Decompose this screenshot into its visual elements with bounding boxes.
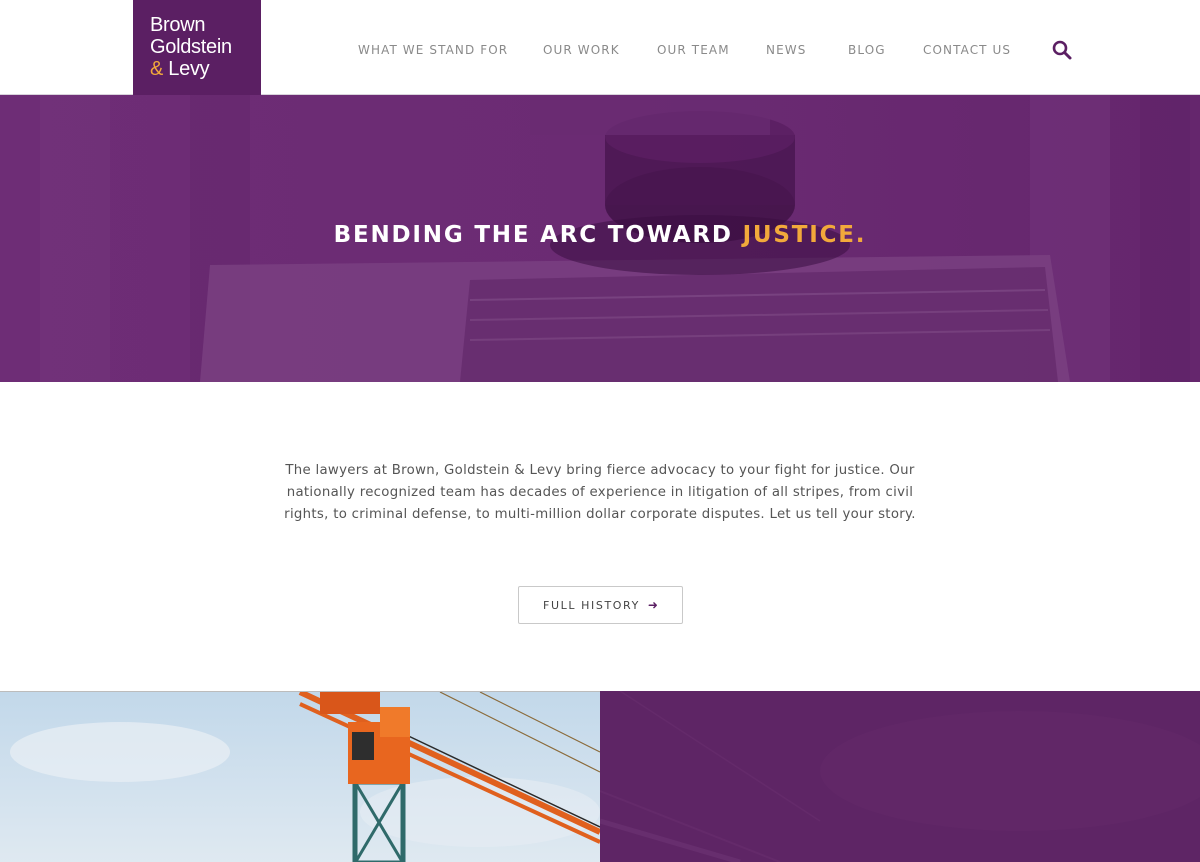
full-history-button[interactable]: FULL HISTORY ➜ — [518, 586, 683, 624]
intro-paragraph: The lawyers at Brown, Goldstein & Levy b… — [284, 463, 916, 522]
search-button[interactable] — [1050, 38, 1074, 62]
main-nav: WHAT WE STAND FOR OUR WORK OUR TEAM NEWS… — [0, 0, 1200, 95]
site-header: Brown Goldstein & Levy WHAT WE STAND FOR… — [0, 0, 1200, 95]
nav-our-team[interactable]: OUR TEAM — [657, 43, 730, 57]
purple-overlay-panel — [600, 691, 1200, 862]
crane-illustration — [0, 692, 600, 862]
nav-blog[interactable]: BLOG — [848, 43, 886, 57]
purple-overlay-image — [600, 691, 1200, 862]
intro-section: The lawyers at Brown, Goldstein & Levy b… — [0, 382, 1200, 691]
nav-what-we-stand-for[interactable]: WHAT WE STAND FOR — [358, 43, 508, 57]
hero-banner: BENDING THE ARC TOWARD JUSTICE. — [0, 95, 1200, 382]
nav-contact-us[interactable]: CONTACT US — [923, 43, 1011, 57]
nav-our-work[interactable]: OUR WORK — [543, 43, 620, 57]
nav-news[interactable]: NEWS — [766, 43, 806, 57]
hero-title-accent: JUSTICE. — [742, 222, 867, 248]
full-history-label: FULL HISTORY — [543, 598, 640, 612]
hero-title: BENDING THE ARC TOWARD JUSTICE. — [0, 222, 1200, 248]
arrow-right-icon: ➜ — [647, 598, 658, 612]
hero-title-main: BENDING THE ARC TOWARD — [333, 222, 743, 248]
construction-crane-image — [0, 691, 600, 862]
search-icon — [1052, 40, 1072, 60]
